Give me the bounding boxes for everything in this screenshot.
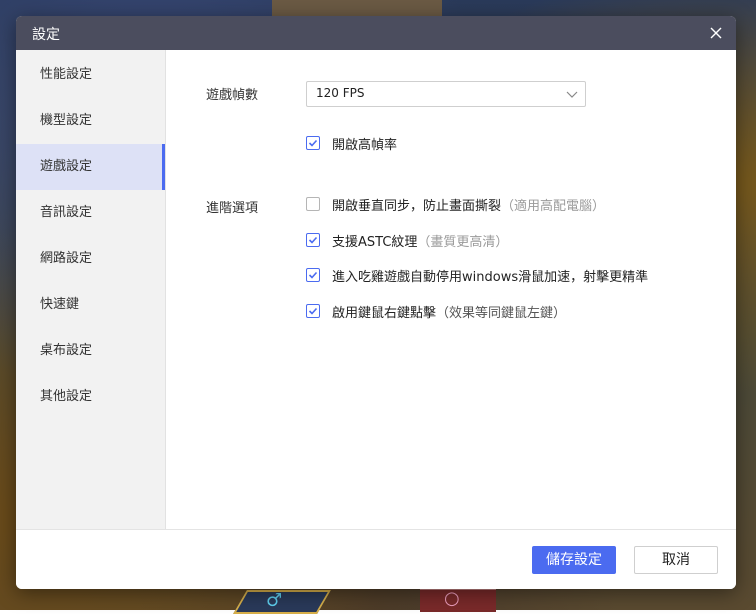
checkmark-icon bbox=[308, 307, 318, 315]
sidebar-item-game[interactable]: 遊戲設定 bbox=[16, 144, 165, 190]
right-click-hint: （效果等同鍵鼠左鍵） bbox=[436, 306, 567, 321]
dialog-footer: 儲存設定 取消 bbox=[16, 529, 736, 589]
right-click-checkbox[interactable] bbox=[306, 304, 320, 318]
close-icon bbox=[710, 27, 722, 39]
chevron-down-icon bbox=[566, 91, 578, 98]
sidebar-item-label: 機型設定 bbox=[40, 113, 93, 128]
sidebar-item-shortcuts[interactable]: 快速鍵 bbox=[16, 282, 165, 328]
save-button[interactable]: 儲存設定 bbox=[532, 546, 616, 574]
sidebar-item-performance[interactable]: 性能設定 bbox=[16, 52, 165, 98]
sidebar-item-other[interactable]: 其他設定 bbox=[16, 374, 165, 420]
sidebar-item-audio[interactable]: 音訊設定 bbox=[16, 190, 165, 236]
checkmark-icon bbox=[308, 271, 318, 279]
advanced-label: 進階選項 bbox=[206, 201, 259, 216]
vsync-hint: （適用高配電腦） bbox=[501, 199, 606, 214]
astc-checkbox[interactable] bbox=[306, 233, 320, 247]
game-settings-panel: 遊戲幀數 120 FPS 開啟高幀率 進階選項 開啟垂直同步，防止畫面撕裂（適用… bbox=[166, 50, 736, 529]
framerate-select[interactable]: 120 FPS bbox=[306, 81, 586, 107]
sidebar-item-label: 遊戲設定 bbox=[40, 159, 93, 174]
male-symbol-icon: ♂ bbox=[266, 590, 283, 611]
settings-sidebar: 性能設定 機型設定 遊戲設定 音訊設定 網路設定 快速鍵 桌布設定 其他設定 bbox=[16, 50, 166, 529]
framerate-label: 遊戲幀數 bbox=[206, 88, 259, 103]
dialog-titlebar: 設定 bbox=[16, 16, 736, 50]
settings-dialog: 設定 性能設定 機型設定 遊戲設定 音訊設定 網路設定 快速鍵 桌布設定 其他設… bbox=[16, 16, 736, 589]
sidebar-item-label: 快速鍵 bbox=[40, 297, 80, 312]
sidebar-item-label: 音訊設定 bbox=[40, 205, 93, 220]
sidebar-item-label: 性能設定 bbox=[40, 67, 93, 82]
sidebar-item-device-model[interactable]: 機型設定 bbox=[16, 98, 165, 144]
ring-icon: ○ bbox=[444, 588, 460, 609]
right-click-label: 啟用鍵鼠右鍵點擊（效果等同鍵鼠左鍵） bbox=[332, 306, 567, 321]
checkmark-icon bbox=[308, 236, 318, 244]
mouse-accel-label: 進入吃雞遊戲自動停用windows滑鼠加速，射擊更精準 bbox=[332, 270, 649, 285]
checkmark-icon bbox=[308, 139, 318, 147]
mouse-accel-checkbox[interactable] bbox=[306, 268, 320, 282]
close-button[interactable] bbox=[706, 23, 726, 43]
astc-hint: （畫質更高清） bbox=[417, 235, 509, 250]
astc-label: 支援ASTC紋理（畫質更高清） bbox=[332, 235, 509, 250]
sidebar-item-wallpaper[interactable]: 桌布設定 bbox=[16, 328, 165, 374]
vsync-checkbox[interactable] bbox=[306, 197, 320, 211]
cancel-button[interactable]: 取消 bbox=[634, 546, 718, 574]
vsync-label: 開啟垂直同步，防止畫面撕裂（適用高配電腦） bbox=[332, 199, 606, 214]
sidebar-item-label: 其他設定 bbox=[40, 389, 93, 404]
high-fps-label: 開啟高幀率 bbox=[332, 138, 398, 153]
high-fps-checkbox[interactable] bbox=[306, 136, 320, 150]
dialog-title: 設定 bbox=[32, 27, 60, 43]
sidebar-item-label: 網路設定 bbox=[40, 251, 93, 266]
sidebar-item-label: 桌布設定 bbox=[40, 343, 93, 358]
framerate-select-value: 120 FPS bbox=[316, 86, 365, 100]
sidebar-item-network[interactable]: 網路設定 bbox=[16, 236, 165, 282]
